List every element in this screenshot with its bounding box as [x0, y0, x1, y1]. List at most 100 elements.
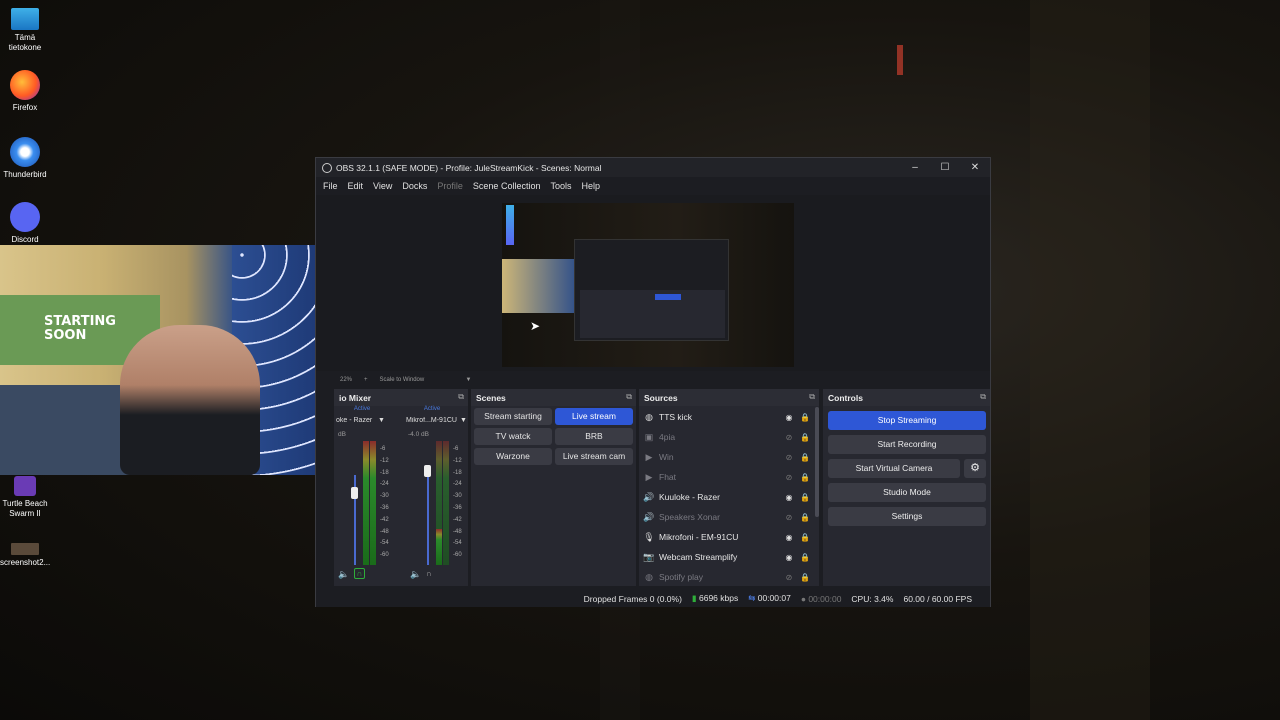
desktop-icon-turtle-beach[interactable]: Turtle Beach Swarm II [0, 476, 50, 519]
menu-edit[interactable]: Edit [343, 181, 369, 191]
preview-area[interactable]: ➤ [316, 195, 990, 371]
volume-slider-handle[interactable] [424, 465, 431, 477]
menu-scene-collection[interactable]: Scene Collection [468, 181, 546, 191]
desktop-icon-discord[interactable]: Discord [0, 202, 50, 245]
close-button[interactable]: ✕ [960, 162, 990, 173]
eye-icon[interactable]: ◉ [781, 493, 797, 502]
zoom-in-button[interactable]: + [364, 377, 368, 383]
sources-scrollbar[interactable] [815, 407, 819, 517]
preview-canvas[interactable]: ➤ [502, 203, 794, 367]
eye-icon[interactable]: ◉ [781, 533, 797, 542]
gear-icon[interactable]: ⚙ [964, 459, 986, 478]
lock-icon[interactable]: 🔒 [797, 473, 813, 482]
menu-docks[interactable]: Docks [397, 181, 432, 191]
lock-icon[interactable]: 🔒 [797, 553, 813, 562]
record-icon: ● [800, 593, 806, 604]
meter-tick-label: -6 [380, 446, 386, 452]
volume-slider-handle[interactable] [351, 487, 358, 499]
volume-meter [443, 441, 449, 565]
thunderbird-icon [10, 137, 40, 167]
eye-off-icon[interactable]: ⊘ [781, 473, 797, 482]
undock-icon[interactable]: ⧉ [626, 392, 632, 402]
chevron-down-icon[interactable]: ▼ [466, 377, 472, 383]
volume-meter [363, 441, 369, 565]
status-bar: Dropped Frames 0 (0.0%) ▮ 6696 kbps ⇆ 00… [316, 590, 990, 607]
source-item[interactable]: 📷 Webcam Streamplify ◉ 🔒 [639, 547, 813, 567]
sources-header: Sources ⧉ [639, 389, 819, 406]
eye-off-icon[interactable]: ⊘ [781, 433, 797, 442]
chevron-down-icon[interactable]: ▼ [460, 417, 467, 424]
meter-tick-label: -24 [453, 481, 462, 488]
scenes-dock: Scenes ⧉ Stream starting Live stream TV … [471, 389, 636, 586]
sources-dock: Sources ⧉ ◍ TTS kick ◉ 🔒 ▣ 4pia ⊘ 🔒 ▶ Win ⊘ 🔒 ▶ Fhat ⊘… [639, 389, 819, 586]
audio-mixer-dock: io Mixer ⧉ Active Active oke - Razer ▼ M… [334, 389, 468, 586]
desktop-icon-screenshot[interactable]: screenshot2... [0, 543, 50, 568]
source-item[interactable]: 🔊 Speakers Xonar ⊘ 🔒 [639, 507, 813, 527]
headphones-icon[interactable]: ∩ [426, 569, 432, 578]
lock-icon[interactable]: 🔒 [797, 513, 813, 522]
webcam-overlay: STARTING SOON [0, 245, 339, 475]
source-item[interactable]: 🎙 Mikrofoni - EM-91CU ◉ 🔒 [639, 527, 813, 547]
lock-icon[interactable]: 🔒 [797, 493, 813, 502]
speaker-icon: 🔊 [643, 511, 655, 522]
eye-off-icon[interactable]: ⊘ [781, 513, 797, 522]
desktop-icon-this-pc[interactable]: Tämä tietokone [0, 8, 50, 53]
source-item[interactable]: ▶ Win ⊘ 🔒 [639, 447, 813, 467]
menu-view[interactable]: View [368, 181, 397, 191]
scene-warzone[interactable]: Warzone [474, 448, 552, 465]
lock-icon[interactable]: 🔒 [797, 413, 813, 422]
sources-title: Sources [644, 393, 678, 403]
menu-tools[interactable]: Tools [545, 181, 576, 191]
source-label: TTS kick [659, 412, 693, 422]
volume-slider[interactable] [427, 465, 429, 565]
source-item[interactable]: ◍ TTS kick ◉ 🔒 [639, 407, 813, 427]
source-item[interactable]: ◍ Spotify play ⊘ 🔒 [639, 567, 813, 587]
speaker-icon: 🔊 [643, 491, 655, 502]
lock-icon[interactable]: 🔒 [797, 433, 813, 442]
meter-tick-label: -6 [453, 446, 459, 452]
studio-mode-button[interactable]: Studio Mode [828, 483, 986, 502]
undock-icon[interactable]: ⧉ [809, 392, 815, 402]
lock-icon[interactable]: 🔒 [797, 573, 813, 582]
maximize-button[interactable]: ☐ [930, 162, 960, 173]
record-time-value: 00:00:00 [808, 593, 842, 604]
scene-live-stream[interactable]: Live stream [555, 408, 633, 425]
source-item[interactable]: 🔊 Kuuloke - Razer ◉ 🔒 [639, 487, 813, 507]
speaker-icon[interactable]: 🔈 [338, 569, 349, 580]
scene-live-stream-cam[interactable]: Live stream cam [555, 448, 633, 465]
undock-icon[interactable]: ⧉ [980, 392, 986, 402]
lock-icon[interactable]: 🔒 [797, 533, 813, 542]
chevron-down-icon[interactable]: ▼ [378, 417, 385, 424]
eye-icon[interactable]: ◉ [781, 413, 797, 422]
settings-button[interactable]: Settings [828, 507, 986, 526]
speaker-icon[interactable]: 🔈 [410, 569, 421, 580]
scene-brb[interactable]: BRB [555, 428, 633, 445]
scenes-header: Scenes ⧉ [471, 389, 636, 406]
undock-icon[interactable]: ⧉ [458, 392, 464, 402]
lock-icon[interactable]: 🔒 [797, 453, 813, 462]
channel-status: Active [353, 406, 371, 412]
menu-help[interactable]: Help [576, 181, 605, 191]
audio-mixer-title: io Mixer [339, 393, 372, 403]
headphones-icon[interactable]: ∩ [354, 568, 365, 579]
eye-icon[interactable]: ◉ [781, 553, 797, 562]
desktop-icon-label: screenshot2... [0, 558, 51, 567]
desktop-icon-thunderbird[interactable]: Thunderbird [0, 137, 50, 180]
eye-off-icon[interactable]: ⊘ [781, 573, 797, 582]
menu-profile[interactable]: Profile [432, 181, 468, 191]
scale-mode-select[interactable]: Scale to Window [380, 377, 454, 383]
desktop-icon-firefox[interactable]: Firefox [0, 70, 50, 113]
source-item[interactable]: ▣ 4pia ⊘ 🔒 [639, 427, 813, 447]
meter-tick-label: -36 [380, 505, 389, 511]
stop-streaming-button[interactable]: Stop Streaming [828, 411, 986, 430]
channel-status: Active [423, 406, 441, 412]
turtle-beach-icon [14, 476, 36, 496]
minimize-button[interactable]: – [900, 162, 930, 173]
scene-stream-starting[interactable]: Stream starting [474, 408, 552, 425]
source-item[interactable]: ▶ Fhat ⊘ 🔒 [639, 467, 813, 487]
menu-file[interactable]: File [318, 181, 343, 191]
scene-tv-watck[interactable]: TV watck [474, 428, 552, 445]
eye-off-icon[interactable]: ⊘ [781, 453, 797, 462]
start-virtual-camera-button[interactable]: Start Virtual Camera [828, 459, 960, 478]
start-recording-button[interactable]: Start Recording [828, 435, 986, 454]
